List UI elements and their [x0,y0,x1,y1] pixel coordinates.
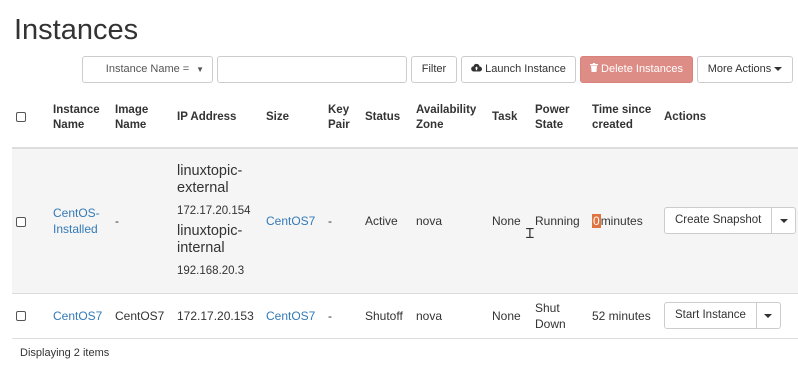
row-actions-split-button: Create Snapshot [664,207,797,235]
time-value-highlight: 0 [592,213,601,228]
network-name: linuxtopic-internal [177,222,243,256]
time-since-created-cell: 52 minutes [588,293,660,339]
caret-down-icon [764,313,773,318]
table-row: CentOS7 CentOS7 172.17.20.153 CentOS7 - … [12,293,798,339]
instance-name-cell: CentOS-Installed [49,148,111,294]
delete-instances-button[interactable]: Delete Instances [580,56,693,83]
actions-cell: Create Snapshot [660,148,798,294]
image-name-cell: CentOS7 [111,293,173,339]
caret-down-icon [779,218,788,223]
select-all-header [12,88,49,149]
delete-instances-label: Delete Instances [601,63,683,75]
size-cell: CentOS7 [262,293,324,339]
key-pair-cell: - [324,293,361,339]
instance-name-link[interactable]: CentOS-Installed [53,206,100,236]
item-count: Displaying 2 items [20,347,110,359]
trash-icon [590,57,599,82]
flavor-link[interactable]: CentOS7 [266,309,315,323]
ip-address: 172.17.20.154 [177,204,251,217]
task-cell: None [488,293,531,339]
instance-name-link[interactable]: CentOS7 [53,309,102,323]
instances-table: Instance Name Image Name IP Address Size… [12,88,798,339]
col-power-state[interactable]: Power State [531,88,588,149]
launch-instance-button[interactable]: Launch Instance [461,56,576,83]
network-name: linuxtopic-external [177,162,243,196]
col-actions: Actions [660,88,798,149]
chevron-down-icon: ▼ [196,65,204,74]
task-cell: None [488,148,531,294]
col-task[interactable]: Task [488,88,531,149]
row-select-cell [12,293,49,339]
text-cursor-icon: Ɪ [526,225,534,241]
availability-zone-cell: nova [412,148,488,294]
ip-address: 192.168.20.3 [177,264,245,277]
create-snapshot-button[interactable]: Create Snapshot [665,208,771,233]
filter-field-select[interactable]: Instance Name = ▼ [82,56,213,83]
power-state-cell: Shut Down [531,293,588,339]
size-cell: CentOS7 [262,148,324,294]
col-key-pair[interactable]: Key Pair [324,88,361,149]
col-size[interactable]: Size [262,88,324,149]
instance-name-cell: CentOS7 [49,293,111,339]
col-time-since-created[interactable]: Time since created [588,88,660,149]
row-actions-dropdown-toggle[interactable] [755,303,780,328]
select-all-checkbox[interactable] [16,111,26,122]
availability-zone-cell: nova [412,293,488,339]
row-actions-split-button: Start Instance [664,302,781,329]
filter-input[interactable] [217,56,407,83]
time-since-created-cell: 0minutes [588,148,660,294]
flavor-link[interactable]: CentOS7 [266,214,315,228]
status-cell: Active [361,148,412,294]
row-select-cell [12,148,49,294]
ip-address-cell: linuxtopic-external 172.17.20.154 linuxt… [173,148,262,294]
filter-button[interactable]: Filter [411,56,457,83]
launch-instance-label: Launch Instance [485,63,566,75]
col-status[interactable]: Status [361,88,412,149]
start-instance-button[interactable]: Start Instance [665,303,756,328]
table-header-row: Instance Name Image Name IP Address Size… [12,88,798,149]
col-availability-zone[interactable]: Availability Zone [412,88,488,149]
cloud-upload-icon [471,57,483,82]
col-ip-address[interactable]: IP Address [173,88,262,149]
col-image-name[interactable]: Image Name [111,88,173,149]
power-state-cell: Running [531,148,588,294]
more-actions-label: More Actions [707,63,772,75]
key-pair-cell: - [324,148,361,294]
status-cell: Shutoff [361,293,412,339]
col-instance-name[interactable]: Instance Name [49,88,111,149]
row-actions-dropdown-toggle[interactable] [771,208,795,234]
image-name-cell: - [111,148,173,294]
page-title: Instances [14,14,139,46]
row-checkbox[interactable] [16,216,26,227]
caret-down-icon [774,67,783,72]
table-row: CentOS-Installed - linuxtopic-external 1… [12,148,798,294]
time-unit: minutes [600,213,643,228]
actions-cell: Start Instance [660,293,798,339]
more-actions-button[interactable]: More Actions [697,56,793,83]
row-checkbox[interactable] [16,311,26,322]
ip-address-cell: 172.17.20.153 [173,293,262,339]
filter-field-label: Instance Name = [105,63,190,75]
